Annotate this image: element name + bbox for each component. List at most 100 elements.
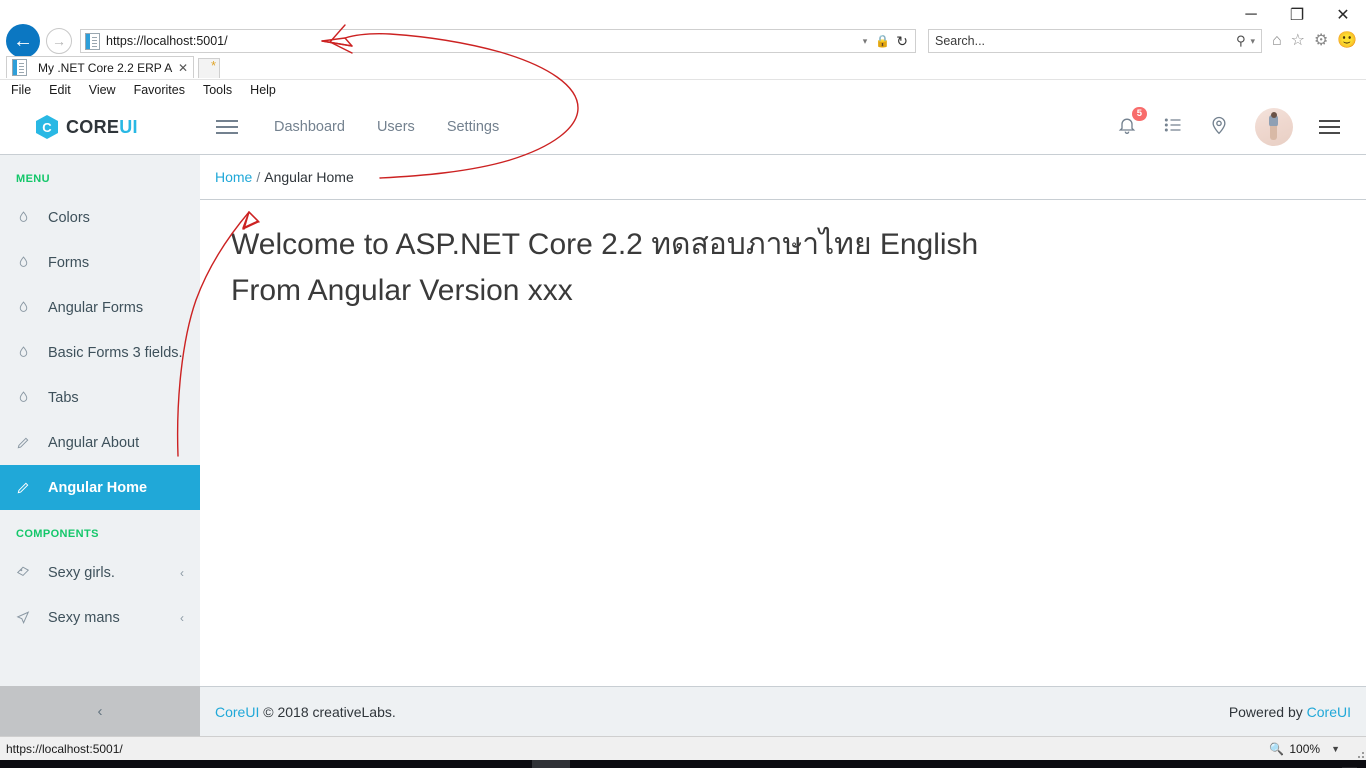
breadcrumb-current: Angular Home bbox=[264, 169, 354, 185]
brand-core-text: CORE bbox=[66, 116, 120, 137]
chevron-left-icon: ‹ bbox=[97, 702, 103, 720]
sidebar-item-sexy-girls[interactable]: Sexy girls. ‹ bbox=[0, 550, 200, 595]
task-list-icon[interactable] bbox=[1163, 115, 1183, 140]
chevron-left-icon[interactable]: ‹ bbox=[180, 566, 184, 580]
avatar[interactable] bbox=[1255, 108, 1293, 146]
menu-tools[interactable]: Tools bbox=[203, 83, 232, 97]
web-page: C COREUI Dashboard Users Settings 5 MENU… bbox=[0, 100, 1366, 736]
pencil-icon bbox=[16, 481, 30, 495]
search-input[interactable] bbox=[935, 34, 1236, 48]
home-icon[interactable]: ⌂ bbox=[1272, 33, 1282, 49]
chevron-left-icon[interactable]: ‹ bbox=[180, 611, 184, 625]
visual-studio-3-icon[interactable] bbox=[570, 760, 608, 768]
address-bar-row: ← → https://localhost:5001/ ▾ 🔒 ↻ ⚲ ▾ ⌂ … bbox=[0, 24, 1366, 58]
browser-tab[interactable]: My .NET Core 2.2 ERP Appli... ✕ bbox=[6, 56, 194, 78]
visual-studio-2-icon[interactable] bbox=[228, 760, 266, 768]
sidebar-section-components-title: COMPONENTS bbox=[16, 528, 99, 540]
sidebar-item-colors[interactable]: Colors bbox=[0, 195, 200, 240]
command-prompt-icon[interactable]: c:\ bbox=[684, 760, 722, 768]
snipping-tool-icon[interactable] bbox=[342, 760, 380, 768]
settings-gear-icon[interactable] bbox=[380, 760, 418, 768]
sidebar-item-sexy-mans[interactable]: Sexy mans ‹ bbox=[0, 595, 200, 640]
sidebar-item-tabs[interactable]: Tabs bbox=[0, 375, 200, 420]
refresh-icon[interactable]: ↻ bbox=[893, 33, 911, 50]
location-pin-icon[interactable] bbox=[1209, 115, 1229, 140]
app-footer: CoreUI © 2018 creativeLabs. Powered by C… bbox=[200, 686, 1366, 736]
pencil-icon bbox=[16, 436, 30, 450]
lock-icon[interactable]: 🔒 bbox=[872, 34, 893, 48]
chevron-down-icon[interactable]: ▾ bbox=[858, 36, 873, 47]
visual-studio-icon[interactable] bbox=[190, 760, 228, 768]
search-icon[interactable]: ⚲ bbox=[1236, 33, 1246, 49]
search-chevron-down-icon[interactable]: ▾ bbox=[1250, 36, 1255, 47]
breadcrumb-separator: / bbox=[256, 169, 261, 185]
footer-copyright: © 2018 creativeLabs. bbox=[263, 703, 396, 720]
coreui-hexagon-icon: C bbox=[36, 115, 58, 139]
sidebar-item-label: Colors bbox=[48, 209, 90, 226]
notepad-icon[interactable] bbox=[722, 760, 760, 768]
internet-explorer-icon[interactable] bbox=[532, 760, 570, 768]
sidebar-item-forms[interactable]: Forms bbox=[0, 240, 200, 285]
start-windows-icon[interactable] bbox=[0, 760, 38, 768]
breadcrumb-home-link[interactable]: Home bbox=[215, 169, 252, 185]
windows-taskbar: ? c:\ ENG 20:51 bbox=[0, 760, 1366, 768]
sidebar-item-label: Tabs bbox=[48, 389, 79, 406]
address-input[interactable]: https://localhost:5001/ ▾ 🔒 ↻ bbox=[80, 29, 916, 53]
tab-close-icon[interactable]: ✕ bbox=[178, 61, 188, 75]
navbar-links: Dashboard Users Settings bbox=[274, 119, 499, 135]
aside-toggler-icon[interactable] bbox=[1319, 120, 1340, 134]
sidebar-item-label: Angular Home bbox=[48, 479, 148, 496]
droplet-icon bbox=[16, 300, 30, 315]
coreui-mark-letter: C bbox=[42, 119, 52, 135]
smiley-feedback-icon[interactable]: 🙂 bbox=[1337, 33, 1357, 49]
browser-search-box[interactable]: ⚲ ▾ bbox=[928, 29, 1262, 53]
status-bar-url: https://localhost:5001/ bbox=[6, 741, 123, 756]
chrome-icon[interactable] bbox=[266, 760, 304, 768]
file-explorer-icon[interactable] bbox=[152, 760, 190, 768]
zoom-control[interactable]: 🔍 100% ▼ bbox=[1269, 742, 1360, 756]
resize-grip-icon[interactable] bbox=[1354, 748, 1364, 758]
firefox-icon[interactable] bbox=[304, 760, 342, 768]
forward-arrow-icon[interactable]: → bbox=[46, 28, 72, 54]
menu-help[interactable]: Help bbox=[250, 83, 276, 97]
sidebar-item-label: Angular Forms bbox=[48, 299, 144, 316]
menu-favorites[interactable]: Favorites bbox=[134, 83, 185, 97]
tools-gear-icon[interactable]: ⚙ bbox=[1314, 33, 1328, 49]
favorites-star-icon[interactable]: ☆ bbox=[1291, 33, 1305, 49]
footer-coreui-link[interactable]: CoreUI bbox=[215, 704, 259, 720]
notification-badge: 5 bbox=[1131, 106, 1147, 121]
sql-tool-icon[interactable] bbox=[494, 760, 532, 768]
menu-view[interactable]: View bbox=[89, 83, 116, 97]
back-arrow-icon[interactable]: ← bbox=[6, 24, 40, 58]
nav-link-settings[interactable]: Settings bbox=[447, 119, 499, 135]
sidebar-item-basic-forms[interactable]: Basic Forms 3 fields. bbox=[0, 330, 200, 375]
paint-icon[interactable] bbox=[418, 760, 456, 768]
nav-link-dashboard[interactable]: Dashboard bbox=[274, 119, 345, 135]
address-url-text: https://localhost:5001/ bbox=[106, 34, 228, 48]
browser-toolbar-icons: ⌂ ☆ ⚙ 🙂 bbox=[1272, 33, 1357, 49]
notifications-bell-icon[interactable]: 5 bbox=[1117, 106, 1147, 140]
tag-icon bbox=[16, 565, 30, 580]
paper-plane-icon bbox=[16, 610, 30, 625]
zoom-level-text: 100% bbox=[1289, 741, 1321, 756]
chevron-down-icon[interactable]: ▼ bbox=[1331, 744, 1340, 754]
sidebar-item-angular-forms[interactable]: Angular Forms bbox=[0, 285, 200, 330]
sidebar-toggler-icon[interactable] bbox=[216, 120, 238, 134]
menu-file[interactable]: File bbox=[11, 83, 31, 97]
app-brand-logo[interactable]: C COREUI bbox=[0, 115, 200, 139]
sidebar-minimizer-button[interactable]: ‹ bbox=[0, 686, 200, 736]
opera-icon[interactable] bbox=[456, 760, 494, 768]
footer-powered-link[interactable]: CoreUI bbox=[1307, 704, 1351, 720]
sidebar-item-angular-home[interactable]: Angular Home bbox=[0, 465, 200, 510]
help-document-icon[interactable]: ? bbox=[646, 760, 684, 768]
menu-edit[interactable]: Edit bbox=[49, 83, 71, 97]
nav-link-users[interactable]: Users bbox=[377, 119, 415, 135]
task-view-icon[interactable] bbox=[76, 760, 114, 768]
vs-code-icon[interactable] bbox=[608, 760, 646, 768]
sidebar-item-angular-about[interactable]: Angular About bbox=[0, 420, 200, 465]
new-tab-button[interactable] bbox=[198, 58, 220, 78]
edge-icon[interactable] bbox=[114, 760, 152, 768]
search-icon[interactable] bbox=[38, 760, 76, 768]
sidebar: MENU Colors Forms Angular Forms Basic Fo… bbox=[0, 155, 200, 736]
welcome-heading-line2: From Angular Version xxx bbox=[231, 273, 573, 307]
